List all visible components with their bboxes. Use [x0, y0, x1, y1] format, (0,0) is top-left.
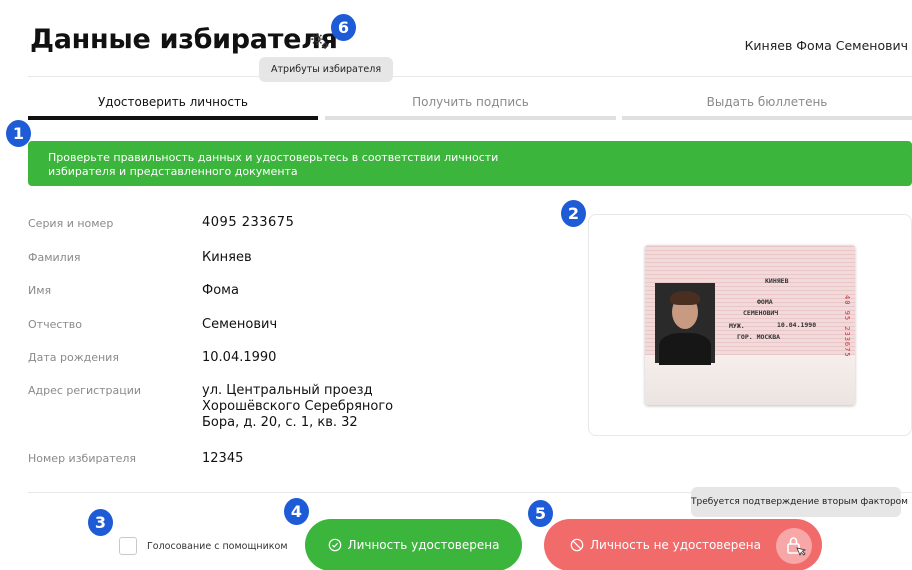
passport-surname: КИНЯЕВ — [765, 277, 789, 285]
passport-place: ГОР. МОСКВА — [737, 333, 781, 341]
passport-number: 40 95 233675 — [843, 295, 851, 358]
address-line: Хорошёвского Серебряного — [202, 399, 394, 414]
step-progress-bar — [325, 116, 616, 120]
passport-dob: 10.04.1990 — [777, 321, 817, 329]
passport-sex: МУЖ. — [729, 322, 745, 330]
field-value-series: 4095 233675 — [202, 215, 295, 230]
identity-not-confirmed-label: Личность не удостоверена — [590, 538, 761, 552]
check-circle-icon — [328, 538, 341, 552]
step-progress-bar — [622, 116, 912, 120]
field-label-address: Адрес регистрации — [28, 384, 142, 397]
annotation-badge-6: 6 — [331, 14, 356, 41]
lock-pointer-icon — [787, 537, 807, 556]
field-label-birthdate: Дата рождения — [28, 351, 119, 364]
field-value-birthdate: 10.04.1990 — [202, 350, 277, 365]
annotation-badge-4: 4 — [284, 498, 309, 525]
banner-text-line2: избирателя и представленного документа — [48, 165, 298, 178]
passport-scan-card[interactable]: КИНЯЕВ ФОМА СЕМЕНОВИЧ МУЖ. 10.04.1990 ГО… — [588, 214, 912, 436]
identity-confirmed-label: Личность удостоверена — [347, 538, 500, 552]
passport-name: ФОМА — [757, 298, 773, 306]
field-value-voter-number: 12345 — [202, 451, 244, 466]
divider — [28, 76, 912, 77]
step-label: Выдать бюллетень — [706, 95, 828, 109]
field-label-voter-number: Номер избирателя — [28, 452, 137, 465]
gear-icon[interactable] — [309, 30, 331, 52]
photo-hair — [670, 291, 700, 305]
address-line: ул. Центральный проезд — [202, 383, 373, 398]
field-value-patronymic: Семенович — [202, 317, 278, 332]
page-title: Данные избирателя — [30, 24, 338, 55]
field-value-address: ул. Центральный проезд Хорошёвского Сере… — [202, 383, 393, 431]
address-line: Бора, д. 20, с. 1, кв. 32 — [202, 415, 358, 430]
step-get-signature[interactable]: Получить подпись — [325, 92, 616, 120]
step-label: Удостоверить личность — [97, 95, 249, 109]
passport-patronymic: СЕМЕНОВИЧ — [743, 309, 779, 317]
field-label-surname: Фамилия — [28, 251, 81, 264]
banner-text-line1: Проверьте правильность данных и удостове… — [48, 151, 499, 164]
second-factor-lock[interactable] — [776, 528, 812, 564]
passport-photo — [655, 283, 715, 365]
info-banner: Проверьте правильность данных и удостове… — [28, 141, 912, 186]
step-verify-identity[interactable]: Удостоверить личность — [28, 92, 318, 120]
photo-body — [659, 333, 711, 365]
field-label-patronymic: Отчество — [28, 318, 83, 331]
annotation-badge-3: 3 — [88, 509, 113, 536]
helper-voting-label[interactable]: Голосование с помощником — [147, 541, 288, 552]
second-factor-tooltip: Требуется подтверждение вторым фактором — [691, 487, 908, 517]
identity-confirmed-button[interactable]: Личность удостоверена — [305, 519, 522, 570]
step-issue-ballot[interactable]: Выдать бюллетень — [622, 92, 912, 120]
field-value-name: Фома — [202, 283, 239, 298]
annotation-badge-5: 5 — [528, 500, 553, 527]
field-label-series: Серия и номер — [28, 217, 114, 230]
annotation-badge-2: 2 — [561, 200, 586, 227]
step-progress-bar — [28, 116, 318, 120]
passport-image: КИНЯЕВ ФОМА СЕМЕНОВИЧ МУЖ. 10.04.1990 ГО… — [645, 245, 855, 405]
user-name[interactable]: Киняев Фома Семенович — [745, 38, 908, 53]
step-label: Получить подпись — [412, 95, 529, 109]
gear-tooltip: Атрибуты избирателя — [259, 57, 394, 82]
field-label-name: Имя — [28, 284, 52, 297]
helper-voting-checkbox[interactable] — [119, 537, 137, 555]
field-value-surname: Киняев — [202, 250, 252, 265]
block-icon — [570, 538, 584, 552]
